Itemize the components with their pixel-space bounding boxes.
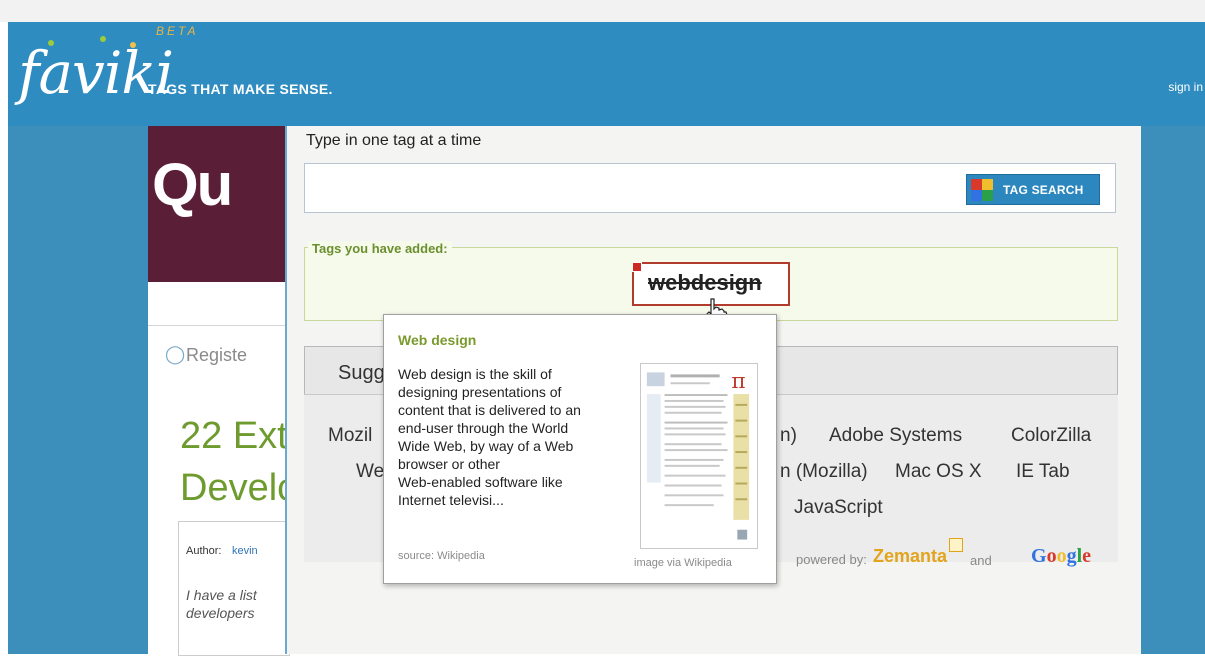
google-icon <box>971 178 993 201</box>
svg-text:π: π <box>731 369 745 394</box>
suggestion-tag[interactable]: JavaScript <box>794 497 883 519</box>
popup-source: source: Wikipedia <box>398 550 485 562</box>
zemanta-icon <box>949 538 963 552</box>
popup-description-line: designing presentations of <box>398 384 562 400</box>
popup-description-line: content that is delivered to an <box>398 402 581 418</box>
google-letter: o <box>1056 545 1067 567</box>
suggestion-tag[interactable]: We <box>356 461 384 483</box>
google-letter: o <box>1046 545 1057 567</box>
author-link[interactable]: kevin <box>232 545 258 557</box>
suggestions-heading: Sugg <box>338 362 385 384</box>
google-icon-square <box>971 189 982 201</box>
tag-input-prompt: Type in one tag at a time <box>306 132 482 149</box>
google-letter: g <box>1066 545 1077 567</box>
suggestion-tag[interactable]: Adobe Systems <box>829 425 962 447</box>
tagline: TAGS THAT MAKE SENSE. <box>148 81 333 97</box>
popup-image-caption: image via Wikipedia <box>634 557 732 569</box>
article-excerpt-line: I have a list <box>186 587 257 603</box>
google-logo[interactable]: Google <box>1031 545 1091 568</box>
author-label: Author: <box>186 545 222 557</box>
tag-search-label: TAG SEARCH <box>1003 182 1084 197</box>
logo-dot-icon <box>100 36 106 42</box>
popup-description-line: browser or other <box>398 456 500 472</box>
added-tags-legend: Tags you have added: <box>308 241 452 256</box>
popup-title[interactable]: Web design <box>398 332 476 348</box>
browser-top-strip <box>0 0 1205 22</box>
lightbulb-icon: ◯ <box>165 344 186 364</box>
popup-description-line: end-user through the World <box>398 420 569 436</box>
suggestion-tag[interactable]: Mozil <box>328 425 372 447</box>
suggestion-tag[interactable]: n) <box>780 425 797 447</box>
faviki-logo[interactable]: faviki <box>18 28 174 118</box>
tag-search-button[interactable]: TAG SEARCH <box>966 174 1100 205</box>
powered-by-label: powered by: <box>796 552 867 567</box>
and-label: and <box>970 553 992 568</box>
suggestion-tag[interactable]: Mac OS X <box>895 461 982 483</box>
google-icon-square <box>982 178 993 190</box>
remove-tag-icon[interactable] <box>632 262 642 272</box>
article-title-line-2: Develc <box>180 467 297 509</box>
wikipedia-thumbnail-icon: π <box>640 363 758 549</box>
suggestion-tag[interactable]: n (Mozilla) <box>780 461 868 483</box>
suggestion-tag[interactable]: IE Tab <box>1016 461 1070 483</box>
article-title-line-1: 22 Ext <box>180 415 288 457</box>
beta-badge: BETA <box>156 24 199 38</box>
site-logo: Qu <box>152 151 233 218</box>
site-header: faviki BETA TAGS THAT MAKE SENSE. sign i… <box>8 22 1205 126</box>
register-link[interactable]: Registe <box>186 345 247 366</box>
zemanta-logo[interactable]: Zemanta <box>873 546 947 567</box>
suggestion-tag[interactable]: ColorZilla <box>1011 425 1091 447</box>
popup-description-line: Internet televisi... <box>398 492 504 508</box>
popup-description-line: Web design is the skill of <box>398 366 552 382</box>
divider <box>148 325 288 326</box>
logo-dot-icon <box>130 42 136 48</box>
google-letter: G <box>1031 545 1047 567</box>
popup-description-line: Web-enabled software like <box>398 474 563 490</box>
google-icon-square <box>971 178 982 190</box>
tag-chip-label: webdesign <box>648 270 762 295</box>
google-letter: e <box>1082 545 1092 567</box>
google-icon-square <box>982 189 993 201</box>
article-excerpt-line: developers <box>186 605 255 621</box>
sign-in-link[interactable]: sign in <box>1168 80 1203 94</box>
logo-dot-icon <box>48 40 54 46</box>
popup-description-line: Wide Web, by way of a Web <box>398 438 574 454</box>
